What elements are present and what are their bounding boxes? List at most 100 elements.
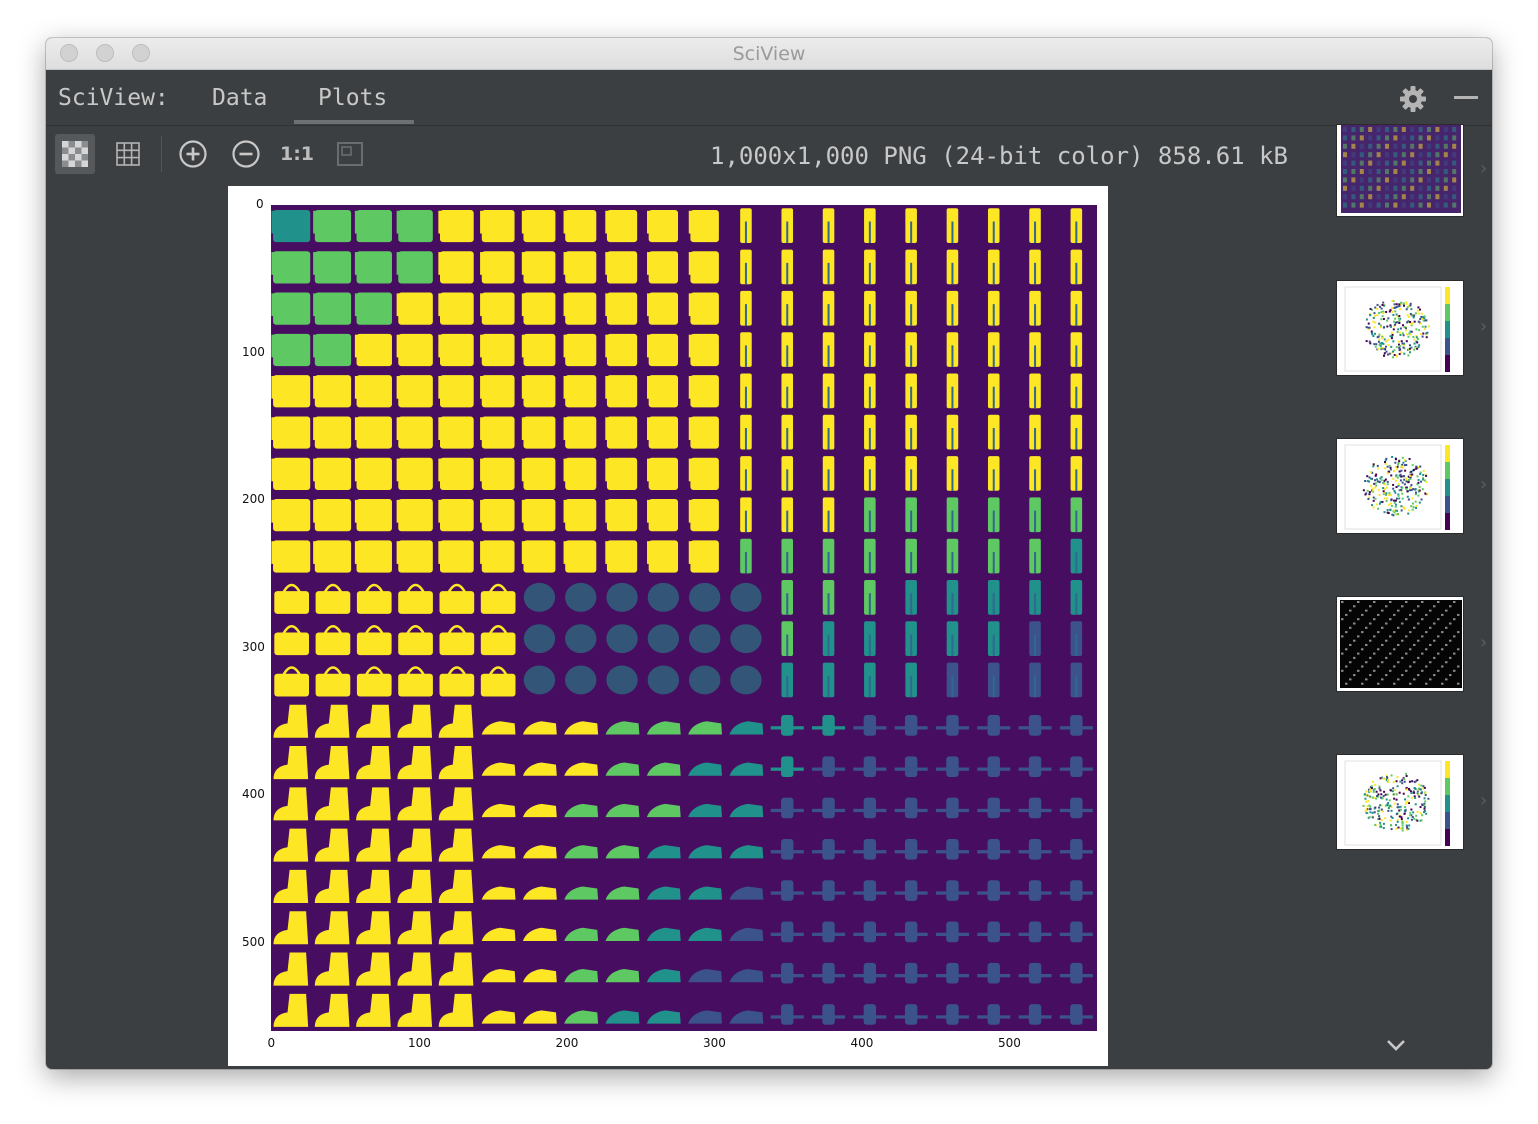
manifold-cell — [987, 538, 1000, 574]
manifold-cell — [864, 538, 876, 574]
manifold-cell — [397, 869, 433, 903]
manifold-svg — [271, 208, 1093, 1027]
manifold-cell — [822, 497, 835, 533]
manifold-cell — [481, 1010, 516, 1024]
manifold-cell — [688, 665, 721, 695]
manifold-cell — [522, 969, 557, 983]
fit-to-window-button[interactable] — [330, 134, 370, 174]
manifold-cell — [781, 538, 794, 574]
zoom-out-button[interactable] — [226, 134, 266, 174]
manifold-cell — [894, 921, 928, 943]
manifold-cell — [1070, 538, 1083, 574]
manifold-cell — [1070, 249, 1083, 285]
thumbnail-scatter-3[interactable] — [1336, 754, 1464, 850]
manifold-cell — [314, 869, 350, 903]
manifold-cell — [397, 993, 433, 1027]
manifold-cell — [398, 625, 433, 656]
thumbnail-grayscale-grid[interactable] — [1336, 596, 1464, 692]
y-tick-label: 0 — [256, 197, 264, 211]
actual-size-button[interactable]: 1:1 — [277, 134, 317, 174]
manifold-cell — [480, 375, 515, 408]
manifold-cell — [605, 762, 640, 776]
active-tab-indicator — [294, 120, 414, 124]
manifold-cell — [354, 251, 392, 284]
manifold-cell — [396, 499, 433, 532]
grid-toggle-button[interactable] — [108, 134, 148, 174]
manifold-cell — [521, 292, 556, 325]
tab-data[interactable]: Data — [212, 85, 267, 111]
x-tick-label: 500 — [998, 1036, 1021, 1050]
manifold-cell — [740, 249, 752, 285]
manifold-cell — [853, 962, 887, 984]
chevron-down-icon[interactable] — [1384, 1033, 1408, 1057]
manifold-cell — [894, 962, 928, 984]
manifold-cell — [273, 704, 309, 738]
manifold-cell — [480, 416, 515, 449]
manifold-cell — [522, 845, 557, 859]
manifold-cell — [480, 457, 515, 490]
manifold-cell — [315, 583, 351, 614]
thumbnail-scatter-2[interactable] — [1336, 438, 1464, 534]
manifold-cell — [1059, 838, 1093, 860]
manifold-cell — [605, 416, 638, 449]
checkerboard-toggle-button[interactable] — [55, 134, 95, 174]
manifold-cell — [605, 251, 638, 284]
manifold-cell — [864, 456, 876, 491]
manifold-cell — [396, 375, 433, 408]
manifold-cell — [894, 838, 928, 860]
manifold-cell — [781, 208, 794, 243]
manifold-cell — [438, 209, 474, 243]
manifold-cell — [315, 625, 351, 656]
manifold-cell — [646, 721, 681, 735]
manifold-cell — [987, 580, 1000, 615]
gear-icon[interactable] — [1398, 84, 1428, 114]
manifold-cell — [740, 538, 752, 574]
manifold-cell — [480, 251, 515, 284]
thumbnail-manifold-grid[interactable] — [1336, 124, 1464, 217]
fit-icon — [337, 142, 363, 166]
manifold-cell — [688, 292, 719, 325]
manifold-cell — [313, 499, 352, 532]
x-tick-label: 200 — [555, 1036, 579, 1050]
manifold-cell — [894, 1004, 928, 1025]
manifold-cell — [688, 540, 719, 573]
minimize-panel-icon[interactable] — [1454, 96, 1478, 99]
manifold-cell — [438, 993, 474, 1027]
manifold-cell — [853, 1004, 887, 1025]
manifold-cell — [905, 373, 917, 409]
tab-plots[interactable]: Plots — [318, 85, 387, 111]
checkerboard-icon — [62, 141, 88, 167]
manifold-cell — [770, 962, 804, 984]
manifold-cell — [987, 414, 1000, 450]
chevron-right-icon: › — [1478, 474, 1489, 495]
manifold-cell — [1018, 880, 1052, 901]
manifold-cell — [481, 762, 516, 776]
manifold-cell — [781, 414, 794, 450]
manifold-cell — [564, 803, 599, 818]
manifold-cell — [646, 762, 681, 776]
thumbnail-scatter-1[interactable] — [1336, 280, 1464, 376]
manifold-cell — [480, 499, 515, 532]
zoom-in-button[interactable] — [173, 134, 213, 174]
manifold-cell — [987, 208, 1000, 243]
manifold-cell — [977, 797, 1011, 819]
manifold-cell — [812, 880, 846, 901]
manifold-cell — [977, 1004, 1011, 1025]
manifold-cell — [605, 292, 638, 325]
manifold-cell — [605, 499, 638, 532]
manifold-cell — [1070, 208, 1083, 243]
manifold-cell — [271, 292, 311, 325]
manifold-cell — [1029, 456, 1041, 491]
manifold-cell — [864, 497, 876, 533]
manifold-cell — [905, 497, 917, 533]
manifold-cell — [647, 540, 679, 573]
manifold-cell — [438, 911, 474, 945]
manifold-cell — [605, 375, 638, 408]
manifold-cell — [356, 625, 392, 656]
manifold-cell — [905, 249, 917, 285]
manifold-cell — [313, 457, 352, 490]
manifold-cell — [354, 292, 392, 325]
manifold-cell — [605, 845, 640, 859]
manifold-cell — [438, 251, 474, 284]
manifold-cell — [688, 803, 722, 818]
